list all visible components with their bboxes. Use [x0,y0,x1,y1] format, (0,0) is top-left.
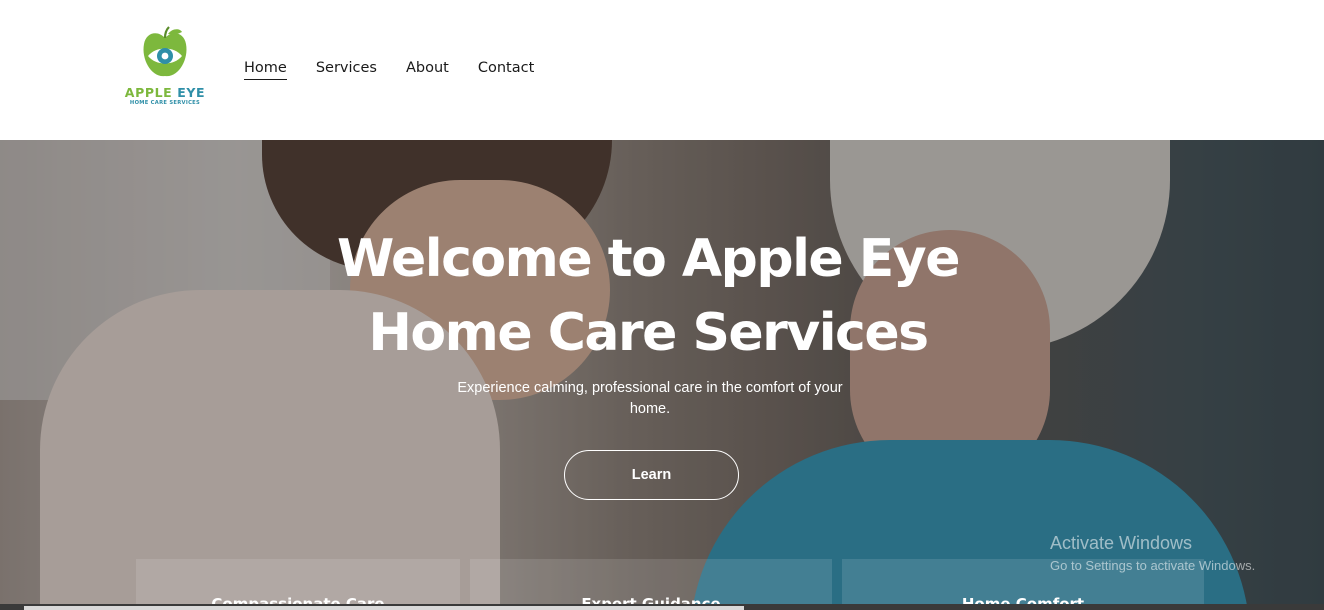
site-header: APPLE EYE HOME CARE SERVICES Home Servic… [0,0,1324,140]
watermark-subtitle: Go to Settings to activate Windows. [1050,558,1256,573]
apple-eye-icon [143,26,187,77]
hero-title: Welcome to Apple Eye Home Care Services [337,229,960,363]
brand-logo[interactable]: APPLE EYE HOME CARE SERVICES [120,26,210,110]
nav-contact-link[interactable]: Contact [478,60,534,80]
scroll-indicator [24,606,744,610]
nav-home-link[interactable]: Home [244,60,287,80]
nav-services-link[interactable]: Services [316,60,377,80]
learn-button[interactable]: Learn [564,450,739,500]
hero-subtitle: Experience calming, professional care in… [457,380,843,417]
taskbar [0,604,1324,610]
main-nav: Home Services About Contact [244,60,563,80]
hero-section: Welcome to Apple Eye Home Care Services E… [0,140,1324,610]
feature-card[interactable]: Compassionate Care [136,559,460,610]
brand-name: APPLE EYE [124,85,206,100]
feature-card[interactable]: Expert Guidance [470,559,832,610]
watermark-title: Activate Windows [1050,533,1193,553]
brand-tagline: HOME CARE SERVICES [129,100,201,106]
nav-about-link[interactable]: About [406,60,449,80]
activate-windows-watermark: Activate Windows Go to Settings to activ… [1050,533,1255,573]
